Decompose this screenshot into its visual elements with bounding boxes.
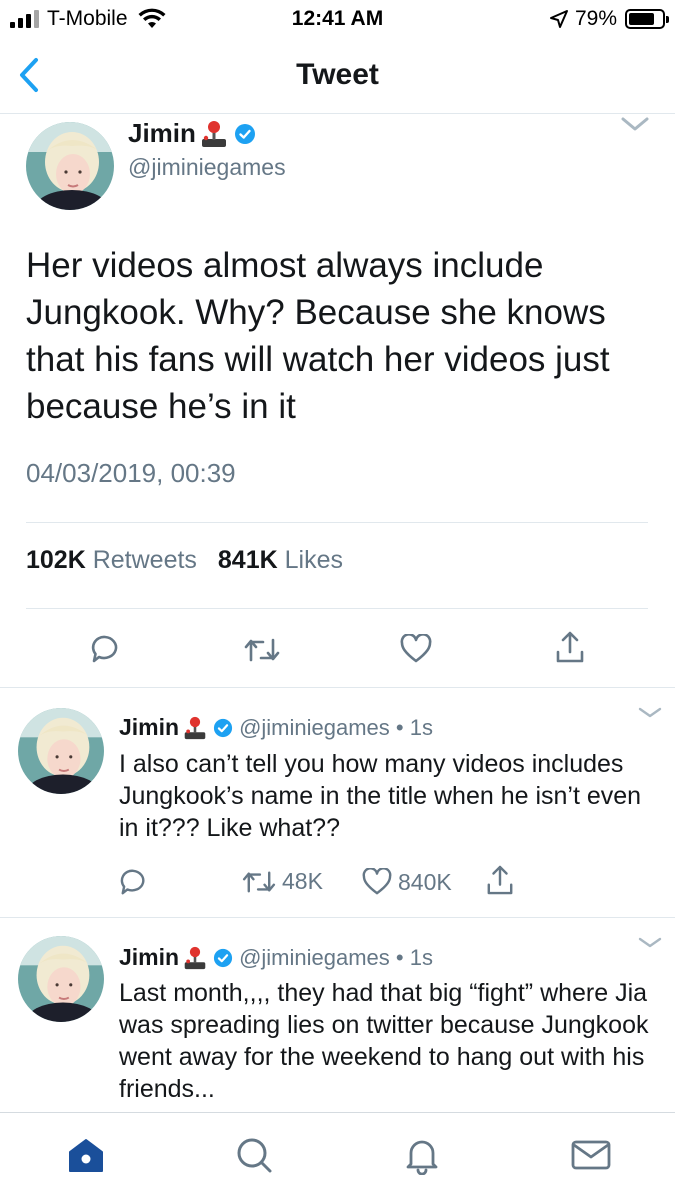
like-count: 840K [398, 868, 452, 895]
joystick-emoji-icon [201, 120, 226, 147]
author-name[interactable]: Jimin [119, 714, 179, 741]
retweets-label[interactable]: Retweets [93, 546, 197, 574]
share-button[interactable] [555, 630, 585, 669]
reply-button[interactable] [119, 868, 147, 901]
verified-badge-icon [234, 123, 255, 144]
tweet-options-caret[interactable] [620, 114, 650, 139]
notifications-bell-icon [406, 1140, 438, 1176]
reply-icon [120, 869, 145, 895]
retweet-count: 48K [282, 868, 323, 894]
heart-icon [400, 633, 432, 663]
verified-badge-icon [213, 718, 233, 737]
tweet-options-caret[interactable] [638, 936, 662, 955]
author[interactable]: Jimin @jiminiegames • 1s [119, 714, 433, 741]
battery-icon [625, 9, 669, 29]
author-name[interactable]: Jimin [128, 118, 196, 149]
retweet-button[interactable] [244, 636, 280, 669]
reply-actions [119, 868, 147, 901]
chevron-down-icon [638, 707, 662, 718]
tab-home[interactable] [66, 1135, 106, 1180]
home-icon [69, 1139, 103, 1172]
tweet-stats: 102K Retweets 841K Likes [26, 546, 357, 575]
avatar[interactable] [18, 936, 104, 1022]
verified-badge-icon [213, 948, 233, 967]
like-button[interactable]: 840K [362, 868, 452, 896]
retweet-icon [244, 638, 280, 662]
author-handle-time[interactable]: @jiminiegames • 1s [239, 945, 433, 971]
joystick-emoji-icon [184, 946, 206, 969]
avatar-image [18, 936, 104, 1022]
messages-envelope-icon [571, 1140, 611, 1170]
reply-tweet[interactable]: Jimin @jiminiegames • 1s Last month,,,, … [0, 918, 675, 1112]
author-name[interactable]: Jimin [119, 944, 179, 971]
page-title: Tweet [296, 58, 379, 91]
tab-notifications[interactable] [402, 1135, 442, 1180]
status-right: 79% [549, 7, 669, 31]
author-handle-time[interactable]: @jiminiegames • 1s [239, 715, 433, 741]
battery-fill [629, 13, 655, 25]
tab-messages[interactable] [570, 1135, 612, 1180]
retweet-button[interactable]: 48K [242, 868, 323, 895]
retweets-count[interactable]: 102K [26, 546, 86, 574]
divider [26, 608, 648, 609]
reply-button[interactable] [90, 634, 120, 669]
likes-count[interactable]: 841K [218, 546, 278, 574]
author[interactable]: Jimin [128, 118, 256, 149]
status-bar: T-Mobile 12:41 AM 79% [0, 0, 675, 38]
share-icon [556, 631, 584, 663]
share-button[interactable] [486, 864, 514, 896]
reply-icon [91, 635, 118, 663]
tweet-timestamp: 04/03/2019, 00:39 [26, 458, 236, 488]
avatar[interactable] [18, 708, 104, 794]
share-icon [487, 865, 513, 895]
battery-percent: 79% [574, 7, 617, 30]
tab-bar [0, 1112, 675, 1200]
avatar-image [18, 708, 104, 794]
reply-text: I also can’t tell you how many videos in… [119, 750, 642, 842]
chevron-down-icon [638, 937, 662, 948]
joystick-emoji-icon [184, 716, 206, 739]
heart-icon [362, 868, 392, 895]
main-tweet: Jimin @jiminiegames Her videos almost al… [0, 114, 675, 688]
search-icon [237, 1138, 272, 1173]
retweet-icon [242, 871, 276, 892]
like-button[interactable] [400, 633, 432, 669]
divider [26, 522, 648, 523]
location-arrow-icon [549, 10, 568, 28]
avatar[interactable] [26, 122, 114, 210]
nav-bar: Tweet [0, 38, 675, 114]
tab-search[interactable] [234, 1135, 274, 1180]
likes-label[interactable]: Likes [285, 546, 343, 574]
tweet-text: Her videos almost always include Jungkoo… [26, 246, 610, 426]
chevron-down-icon [621, 117, 649, 131]
reply-tweet[interactable]: Jimin @jiminiegames • 1s I also can’t te… [0, 688, 675, 918]
avatar-image [26, 122, 114, 210]
author[interactable]: Jimin @jiminiegames • 1s [119, 944, 433, 971]
tweet-options-caret[interactable] [638, 706, 662, 725]
reply-text: Last month,,,, they had that big “fight”… [119, 979, 649, 1103]
author-handle[interactable]: @jiminiegames [128, 154, 286, 181]
